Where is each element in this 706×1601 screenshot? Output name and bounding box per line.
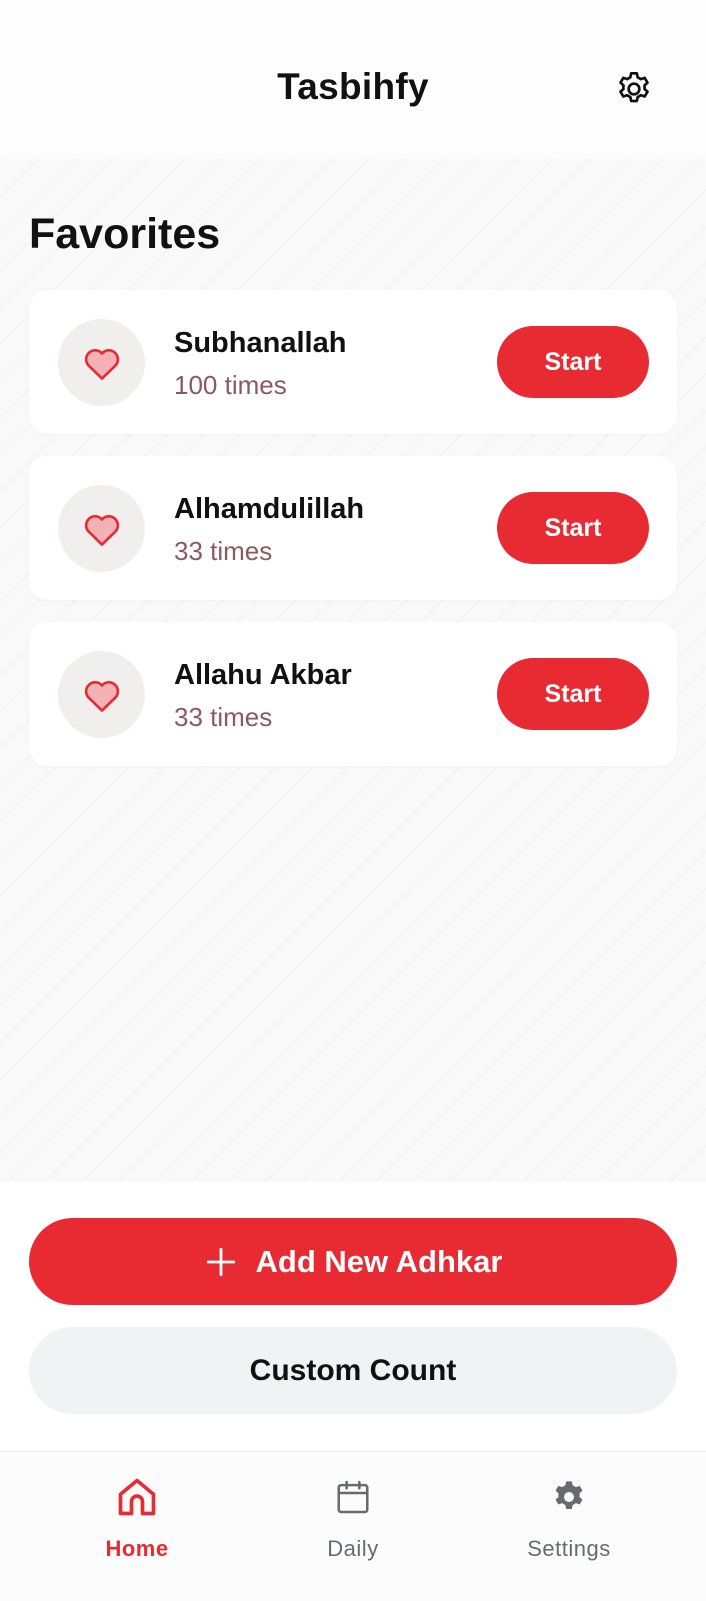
adhkar-title: Subhanallah xyxy=(174,327,347,359)
nav-daily-label: Daily xyxy=(327,1536,379,1561)
nav-settings[interactable]: Settings xyxy=(469,1472,669,1572)
app-header: Tasbihfy xyxy=(0,0,706,159)
app-title: Tasbihfy xyxy=(277,66,429,107)
heart-badge xyxy=(58,485,145,572)
nav-settings-label: Settings xyxy=(527,1536,611,1561)
favorites-section: Favorites Subhanallah 100 times Start Al… xyxy=(0,159,706,1182)
gear-icon xyxy=(619,72,649,103)
add-new-adhkar-button[interactable]: Add New Adhkar xyxy=(29,1218,677,1305)
adhkar-title: Allahu Akbar xyxy=(174,659,352,691)
heart-icon xyxy=(84,348,119,380)
custom-count-button[interactable]: Custom Count xyxy=(29,1327,677,1414)
adhkar-count: 33 times xyxy=(174,536,273,566)
settings-button[interactable] xyxy=(612,67,656,111)
start-button[interactable]: Start xyxy=(497,658,649,730)
heart-icon xyxy=(84,680,119,712)
nav-home-label: Home xyxy=(105,1536,169,1561)
heart-icon xyxy=(84,514,119,546)
nav-daily[interactable]: Daily xyxy=(253,1472,453,1572)
adhkar-title: Alhamdulillah xyxy=(174,493,365,525)
adhkar-count: 100 times xyxy=(174,370,287,400)
start-button[interactable]: Start xyxy=(497,492,649,564)
favorite-card-alhamdulillah[interactable]: Alhamdulillah 33 times Start xyxy=(29,456,677,600)
favorite-card-subhanallah[interactable]: Subhanallah 100 times Start xyxy=(29,290,677,434)
calendar-icon xyxy=(337,1480,369,1514)
add-new-adhkar-label: Add New Adhkar xyxy=(255,1243,503,1279)
heart-badge xyxy=(58,319,145,406)
nav-home[interactable]: Home xyxy=(37,1472,237,1572)
home-icon xyxy=(118,1478,156,1516)
favorite-card-allahu-akbar[interactable]: Allahu Akbar 33 times Start xyxy=(29,622,677,766)
adhkar-count: 33 times xyxy=(174,702,273,732)
start-button[interactable]: Start xyxy=(497,326,649,398)
heart-badge xyxy=(58,651,145,738)
gear-icon xyxy=(555,1481,583,1509)
plus-icon xyxy=(206,1247,235,1276)
bottom-nav: Home Daily Settings xyxy=(0,1451,706,1601)
section-title: Favorites xyxy=(29,210,221,258)
action-area: Add New Adhkar Custom Count xyxy=(0,1182,706,1451)
